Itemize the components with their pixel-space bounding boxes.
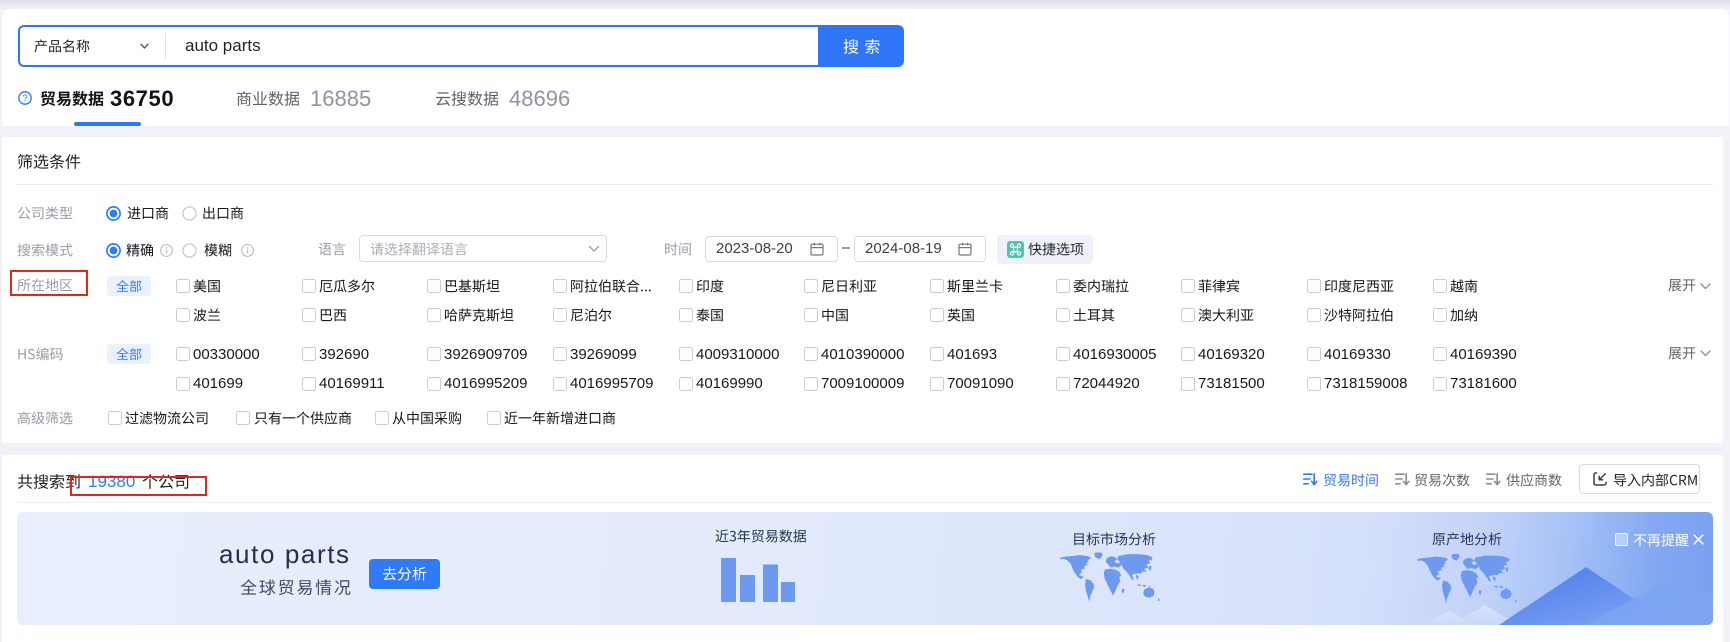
svg-text:?: ? — [22, 93, 27, 103]
